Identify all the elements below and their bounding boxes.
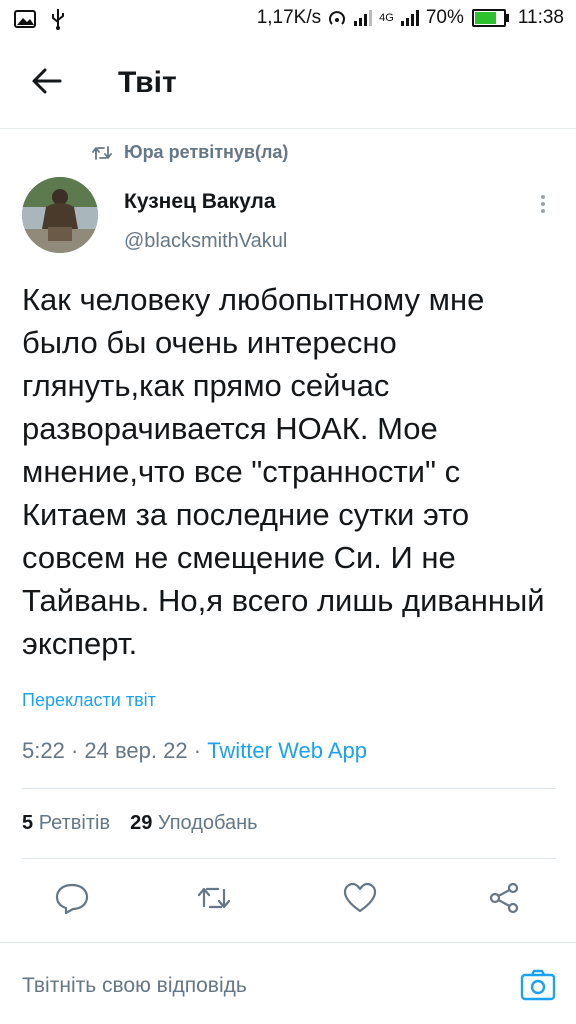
likes-stat[interactable]: 29 Уподобань	[130, 812, 258, 835]
retweet-context: Юра ретвітнув(ла)	[92, 142, 288, 163]
tweet-time: 5:22	[22, 738, 65, 763]
translate-tweet-link[interactable]: Перекласти твіт	[22, 690, 156, 711]
meta-separator: ·	[70, 738, 79, 763]
tweet-text: Как человеку любопытному мне было бы оче…	[22, 282, 545, 661]
tweet-meta: 5:22 · 24 вер. 22 · Twitter Web App	[22, 738, 367, 764]
likes-label: Уподобань	[157, 812, 258, 834]
tweet-actions	[0, 868, 576, 928]
signal-icon	[354, 10, 373, 26]
hotspot-icon	[329, 11, 346, 25]
author-handle[interactable]: @blacksmithVakul	[124, 230, 287, 253]
divider	[22, 788, 556, 789]
tweet-source-app[interactable]: Twitter Web App	[207, 738, 367, 763]
retweets-count: 5	[22, 812, 34, 834]
reply-icon[interactable]	[54, 880, 90, 916]
status-bar: 1,17K/s 4G 70% 11:38	[0, 0, 576, 40]
reply-input[interactable]: Твітніть свою відповідь	[22, 974, 247, 998]
retweets-stat[interactable]: 5 Ретвітів	[22, 812, 110, 835]
retweets-label: Ретвітів	[38, 812, 111, 834]
usb-icon	[52, 9, 64, 30]
network-speed: 1,17K/s	[256, 7, 322, 28]
likes-count: 29	[130, 812, 153, 834]
network-type: 4G	[379, 12, 394, 24]
clock: 11:38	[517, 7, 564, 28]
author-name[interactable]: Кузнец Вакула	[124, 190, 276, 214]
battery-icon	[471, 9, 509, 27]
meta-separator: ·	[193, 738, 202, 763]
reply-composer: Твітніть свою відповідь	[0, 950, 576, 1024]
divider	[22, 858, 556, 859]
tweet-date: 24 вер. 22	[84, 738, 188, 763]
share-icon[interactable]	[486, 880, 522, 916]
more-options-icon[interactable]	[536, 192, 550, 218]
signal-icon-2	[400, 10, 419, 26]
gallery-icon	[14, 10, 36, 28]
like-heart-icon[interactable]	[342, 880, 378, 916]
tweet-stats: 5 Ретвітів 29 Уподобань	[22, 812, 258, 835]
retweet-icon	[92, 145, 112, 160]
avatar[interactable]	[22, 177, 98, 253]
page-title: Твіт	[118, 66, 177, 99]
camera-icon[interactable]	[520, 968, 556, 1002]
divider	[0, 942, 576, 943]
retweeted-by-label[interactable]: Юра ретвітнув(ла)	[124, 142, 288, 163]
retweet-action-icon[interactable]	[196, 880, 232, 916]
battery-percent: 70%	[425, 7, 464, 28]
app-header: Твіт	[0, 40, 576, 129]
back-arrow-icon[interactable]	[30, 64, 64, 98]
